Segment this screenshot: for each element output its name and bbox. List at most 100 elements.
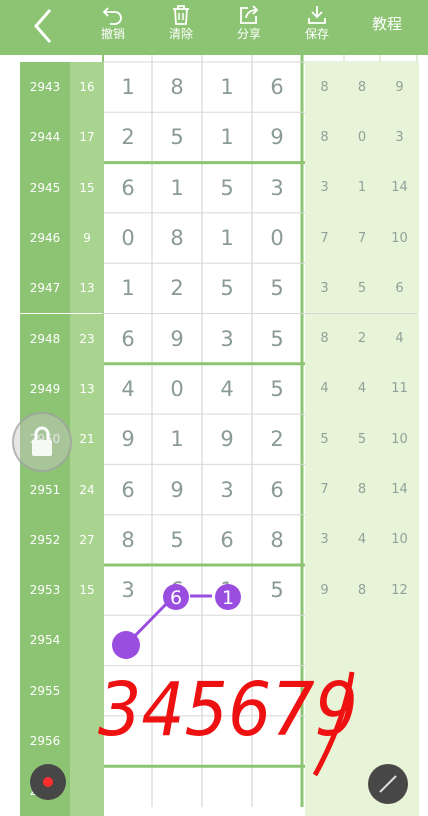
toolbar: 撤销 清除 分享 保存 教程 bbox=[0, 0, 428, 55]
digit-sum bbox=[70, 615, 104, 666]
save-button[interactable]: 保存 bbox=[294, 2, 340, 50]
pen-button[interactable] bbox=[368, 764, 408, 804]
digit-cell bbox=[103, 666, 153, 716]
digit-cell: 3 bbox=[220, 326, 234, 351]
digit-cell: 8 bbox=[170, 226, 184, 251]
stat-cell bbox=[305, 665, 344, 716]
issue-number: 2948 bbox=[20, 313, 70, 364]
stat-cell bbox=[344, 715, 380, 767]
stat-cell bbox=[344, 615, 380, 666]
digit-cell: 9 bbox=[270, 125, 284, 150]
issue-number: 2956 bbox=[20, 715, 70, 767]
stat-cell bbox=[305, 715, 344, 767]
digit-cell: 1 bbox=[220, 226, 234, 251]
clear-label: 清除 bbox=[168, 27, 193, 41]
digit-sum: 13 bbox=[70, 263, 104, 314]
stat-cell: 5 bbox=[305, 414, 344, 465]
stat-cell bbox=[380, 665, 419, 716]
digit-cell bbox=[252, 716, 302, 766]
digit-cell bbox=[152, 716, 202, 766]
digit-cell: 3 bbox=[121, 578, 135, 603]
table-row[interactable]: 2946 9 0 8 1 0 7 7 10 bbox=[0, 212, 428, 264]
digit-cell: 6 bbox=[170, 578, 184, 603]
stat-cell bbox=[305, 615, 344, 666]
table-row[interactable]: 2953 15 3 6 1 5 9 8 12 bbox=[0, 565, 428, 616]
stat-cell: 14 bbox=[380, 162, 419, 213]
stat-cell bbox=[380, 615, 419, 666]
table-row[interactable]: 2944 17 2 5 1 9 8 0 3 bbox=[0, 112, 428, 163]
table-row[interactable]: 2954 bbox=[0, 615, 428, 666]
stat-cell: 4 bbox=[344, 363, 380, 415]
undo-button[interactable]: 撤销 bbox=[90, 2, 136, 50]
back-button[interactable] bbox=[30, 6, 58, 46]
stat-cell: 3 bbox=[380, 112, 419, 163]
stat-cell: 7 bbox=[305, 464, 344, 515]
issue-number: 2944 bbox=[20, 112, 70, 163]
share-icon bbox=[240, 5, 259, 24]
digit-cell: 9 bbox=[170, 326, 184, 351]
digit-sum: 9 bbox=[70, 212, 104, 264]
digit-cell: 4 bbox=[220, 376, 234, 401]
table-row[interactable]: 2947 13 1 2 5 5 3 5 6 bbox=[0, 263, 428, 314]
stat-cell: 11 bbox=[380, 363, 419, 415]
digit-sum: 16 bbox=[70, 62, 104, 113]
digit-cell: 0 bbox=[121, 226, 135, 251]
issue-number: 2949 bbox=[20, 363, 70, 415]
pen-icon bbox=[379, 775, 397, 793]
digit-sum: 24 bbox=[70, 464, 104, 515]
digit-cell bbox=[152, 666, 202, 716]
digit-cell bbox=[202, 766, 252, 816]
issue-number: 2943 bbox=[20, 62, 70, 113]
table-row[interactable]: 2956 bbox=[0, 715, 428, 767]
stat-cell: 4 bbox=[380, 313, 419, 364]
share-button[interactable]: 分享 bbox=[226, 2, 272, 50]
digit-cell: 2 bbox=[121, 125, 135, 150]
stat-cell: 10 bbox=[380, 414, 419, 465]
digit-sum: 27 bbox=[70, 514, 104, 565]
digit-sum bbox=[70, 766, 104, 816]
stat-cell: 8 bbox=[344, 565, 380, 616]
record-icon bbox=[43, 777, 53, 787]
issue-number: 2954 bbox=[20, 615, 70, 666]
stat-cell: 8 bbox=[305, 313, 344, 364]
issue-number: 2945 bbox=[20, 162, 70, 213]
digit-cell: 8 bbox=[170, 75, 184, 100]
digit-cell: 2 bbox=[170, 276, 184, 301]
lock-button[interactable] bbox=[12, 412, 72, 472]
issue-number: 2953 bbox=[20, 565, 70, 616]
clear-button[interactable]: 清除 bbox=[158, 2, 204, 50]
record-button[interactable] bbox=[30, 764, 66, 800]
digit-sum: 13 bbox=[70, 363, 104, 415]
stat-cell: 5 bbox=[344, 414, 380, 465]
stat-cell bbox=[305, 766, 344, 816]
digit-cell bbox=[152, 766, 202, 816]
table-row[interactable]: 2943 16 1 8 1 6 8 8 9 bbox=[0, 62, 428, 113]
stat-cell: 3 bbox=[305, 162, 344, 213]
stat-cell: 7 bbox=[305, 212, 344, 264]
digit-cell bbox=[252, 766, 302, 816]
digit-cell bbox=[152, 615, 202, 665]
tutorial-button[interactable]: 教程 bbox=[372, 13, 402, 34]
digit-cell bbox=[103, 716, 153, 766]
table-row[interactable]: 2945 15 6 1 5 3 3 1 14 bbox=[0, 162, 428, 213]
undo-icon bbox=[102, 7, 122, 25]
stat-cell bbox=[344, 665, 380, 716]
digit-cell: 5 bbox=[270, 578, 284, 603]
stat-cell: 5 bbox=[344, 263, 380, 314]
undo-label: 撤销 bbox=[100, 27, 125, 41]
digit-cell: 9 bbox=[220, 427, 234, 452]
table-row[interactable]: 2951 24 6 9 3 6 7 8 14 bbox=[0, 464, 428, 515]
table-row[interactable]: 2952 27 8 5 6 8 3 4 10 bbox=[0, 514, 428, 565]
stat-cell: 8 bbox=[344, 62, 380, 113]
digit-cell: 6 bbox=[270, 75, 284, 100]
digit-sum: 17 bbox=[70, 112, 104, 163]
digit-cell: 9 bbox=[170, 477, 184, 502]
table-row[interactable]: 2948 23 6 9 3 5 8 2 4 bbox=[0, 313, 428, 364]
table-row[interactable]: 2949 13 4 0 4 5 4 4 11 bbox=[0, 363, 428, 415]
table-row[interactable]: 2955 bbox=[0, 665, 428, 716]
issue-number: 2947 bbox=[20, 263, 70, 314]
digit-cell: 5 bbox=[170, 125, 184, 150]
stat-cell: 10 bbox=[380, 514, 419, 565]
digit-cell: 5 bbox=[270, 276, 284, 301]
digit-cell: 8 bbox=[270, 527, 284, 552]
